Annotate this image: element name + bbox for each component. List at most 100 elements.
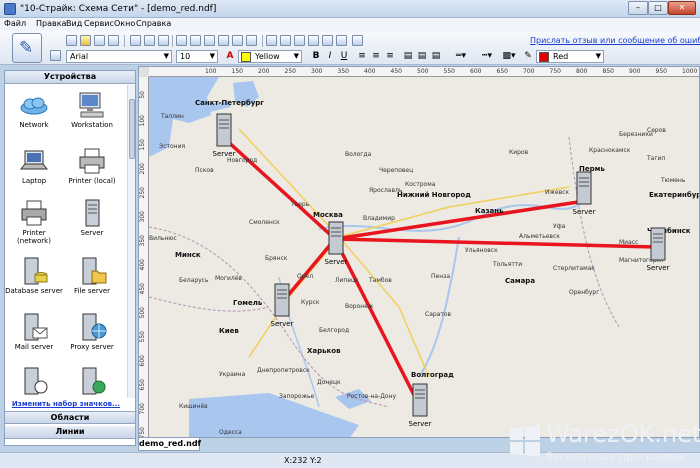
paste-icon[interactable]	[232, 35, 243, 46]
device-time-server[interactable]	[5, 367, 63, 397]
line-color-icon[interactable]: ✎	[522, 50, 534, 62]
settings-gear-icon[interactable]	[352, 35, 363, 46]
link-moscow-chelyabinsk[interactable]	[334, 237, 658, 249]
italic-button[interactable]: I	[324, 50, 336, 62]
server-perm[interactable]: Server	[569, 171, 599, 216]
device-workstation[interactable]: Workstation	[63, 91, 121, 129]
align-center-icon[interactable]: ≡	[370, 50, 382, 62]
server-moscow-hub[interactable]: Server	[321, 221, 351, 266]
device-label: Proxy server	[70, 343, 114, 351]
scrollbar-thumb[interactable]	[129, 99, 135, 159]
select-icon[interactable]	[266, 35, 277, 46]
device-mail-server[interactable]: Mail server	[5, 313, 63, 351]
menu-edit[interactable]: Правка	[36, 19, 66, 28]
format-painter-icon[interactable]	[50, 50, 61, 61]
volga-south-river	[418, 236, 460, 378]
device-database-server[interactable]: Database server	[5, 257, 63, 295]
feedback-link[interactable]: Прислать отзыв или сообщение об ошибке	[530, 36, 700, 45]
menu-help[interactable]: Справка	[136, 19, 171, 28]
windows-logo-icon	[510, 425, 540, 457]
connect-icon[interactable]	[280, 35, 291, 46]
device-laptop[interactable]: Laptop	[5, 147, 63, 185]
zoom-out-icon[interactable]	[308, 35, 319, 46]
server-gomel[interactable]: Server	[267, 283, 297, 328]
font-family-select[interactable]: Arial ▼	[66, 50, 172, 63]
chevron-down-icon: ▼	[209, 52, 215, 60]
sidebar-scrollbar[interactable]	[127, 85, 135, 398]
line-color-select[interactable]: Red ▼	[536, 50, 604, 63]
ruler-tick: 700	[139, 403, 146, 415]
align-right-icon[interactable]: ≡	[384, 50, 396, 62]
undo-icon[interactable]	[176, 35, 187, 46]
minimize-button[interactable]: –	[628, 1, 648, 15]
diagram-canvas[interactable]: 100 150 200 250 300 350 400 450 500 550 600 650 700 7…	[138, 66, 700, 438]
menu-view[interactable]: Вид	[66, 19, 82, 28]
fill-color-swatch	[241, 52, 251, 62]
line-width-select[interactable]: ═▾	[450, 50, 472, 62]
menu-window[interactable]: Окно	[114, 19, 135, 28]
city-label: Тамбов	[369, 277, 392, 284]
device-network[interactable]: Network	[5, 91, 63, 129]
open-folder-icon[interactable]	[80, 35, 91, 46]
server-volgograd[interactable]: Server	[405, 383, 435, 428]
chevron-down-icon: ▼	[293, 52, 299, 60]
bold-button[interactable]: B	[310, 50, 322, 62]
align-left-icon[interactable]: ≡	[356, 50, 368, 62]
pattern-select[interactable]: ▩▾	[500, 50, 518, 62]
new-file-icon[interactable]	[66, 35, 77, 46]
valign-middle-icon[interactable]: ▤	[416, 50, 428, 62]
city-label: Тагил	[647, 155, 666, 162]
ruler-tick: 450	[390, 68, 402, 75]
device-proxy-server[interactable]: Proxy server	[63, 313, 121, 351]
city-label: Таллин	[161, 113, 184, 120]
lines-panel-header[interactable]: Линии	[5, 426, 135, 439]
horizontal-ruler: 100 150 200 250 300 350 400 450 500 550 600 650 700 7…	[149, 67, 699, 77]
city-label: Кишинёв	[179, 403, 208, 410]
city-label: Кострома	[405, 181, 436, 188]
print-icon[interactable]	[130, 35, 141, 46]
app-icon	[4, 3, 16, 15]
line-style-select[interactable]: ┅▾	[476, 50, 498, 62]
underline-button[interactable]: U	[338, 50, 350, 62]
fill-color-value: Yellow	[255, 52, 280, 61]
close-button[interactable]: ✕	[668, 1, 696, 15]
devices-panel-header[interactable]: Устройства	[5, 71, 135, 84]
device-printer-network[interactable]: Printer (network)	[5, 199, 63, 245]
city-label: Уфа	[553, 223, 566, 230]
device-printer-local[interactable]: Printer (local)	[63, 147, 121, 185]
maximize-button[interactable]: □	[648, 1, 668, 15]
server-label: Server	[270, 320, 294, 328]
export-icon[interactable]	[144, 35, 155, 46]
document-tab[interactable]: demo_red.ndf	[138, 438, 201, 451]
link-spb-moscow[interactable]	[223, 137, 337, 241]
network-wizard-button[interactable]: ✎	[12, 33, 42, 63]
valign-bottom-icon[interactable]: ▤	[430, 50, 442, 62]
valign-top-icon[interactable]: ▤	[402, 50, 414, 62]
scan-network-icon[interactable]	[336, 35, 347, 46]
redo-icon[interactable]	[190, 35, 201, 46]
menu-service[interactable]: Сервис	[84, 19, 114, 28]
cut-icon[interactable]	[204, 35, 215, 46]
server-chelyabinsk[interactable]: Server	[643, 227, 673, 272]
image-icon[interactable]	[158, 35, 169, 46]
server-saint-petersburg[interactable]: Server	[209, 113, 239, 158]
device-file-server[interactable]: File server	[63, 257, 121, 295]
delete-icon[interactable]	[246, 35, 257, 46]
device-server[interactable]: Server	[63, 199, 121, 237]
font-size-select[interactable]: 10 ▼	[176, 50, 218, 63]
text-color-icon[interactable]: A	[224, 50, 236, 62]
fill-color-select[interactable]: Yellow ▼	[238, 50, 302, 63]
copy-icon[interactable]	[218, 35, 229, 46]
zoom-in-icon[interactable]	[294, 35, 305, 46]
device-web-server[interactable]	[63, 367, 121, 397]
menu-file[interactable]: Файл	[4, 19, 26, 28]
device-label: Workstation	[71, 121, 113, 129]
areas-panel-header[interactable]: Области	[5, 411, 135, 424]
ruler-tick: 100	[205, 68, 217, 75]
change-icon-set-link[interactable]: Изменить набор значков...	[5, 400, 127, 408]
city-label: Ульяновск	[465, 247, 498, 254]
save-all-icon[interactable]	[108, 35, 119, 46]
save-icon[interactable]	[94, 35, 105, 46]
city-label: Белгород	[319, 327, 350, 334]
grid-icon[interactable]	[322, 35, 333, 46]
